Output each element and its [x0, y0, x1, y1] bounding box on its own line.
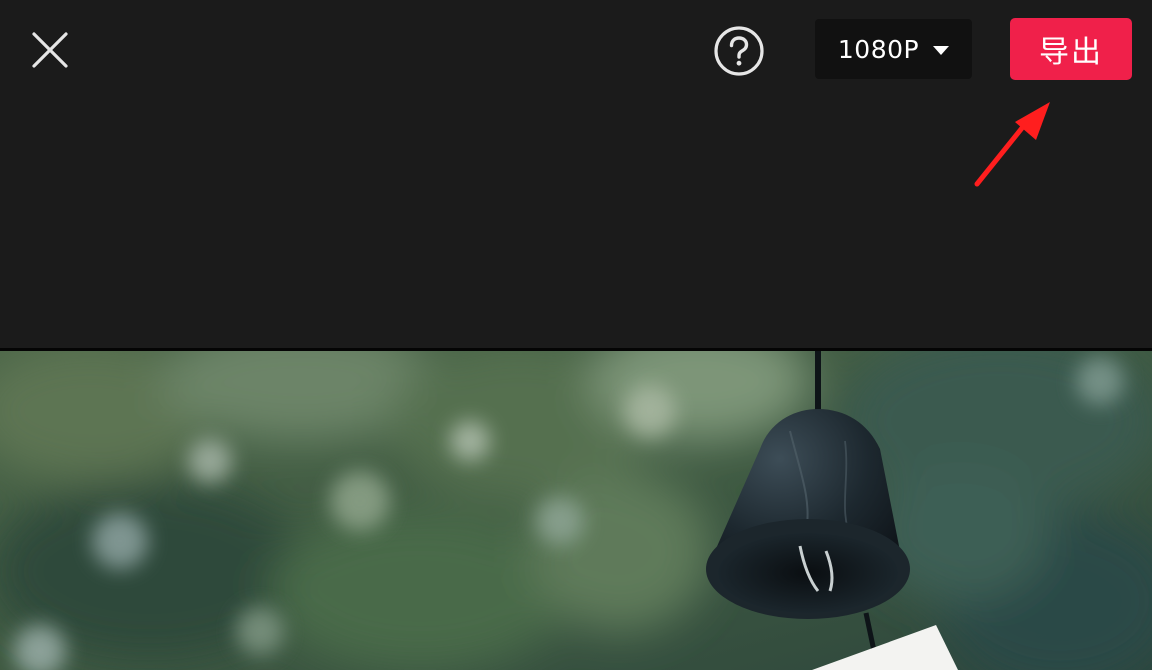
resolution-value: 1080P	[837, 34, 920, 64]
question-circle-icon	[714, 26, 764, 76]
export-button[interactable]: 导出	[1010, 18, 1132, 80]
export-screen: 1080P 导出	[0, 0, 1152, 670]
video-frame-wind-chime	[0, 351, 1152, 670]
help-button[interactable]	[713, 25, 765, 77]
close-button[interactable]	[26, 26, 74, 74]
caret-down-icon	[933, 45, 950, 55]
video-preview[interactable]	[0, 351, 1152, 670]
top-toolbar: 1080P 导出	[0, 0, 1152, 348]
red-arrow-pointer	[974, 102, 1050, 187]
close-icon	[32, 32, 68, 68]
resolution-dropdown[interactable]: 1080P	[815, 19, 972, 79]
